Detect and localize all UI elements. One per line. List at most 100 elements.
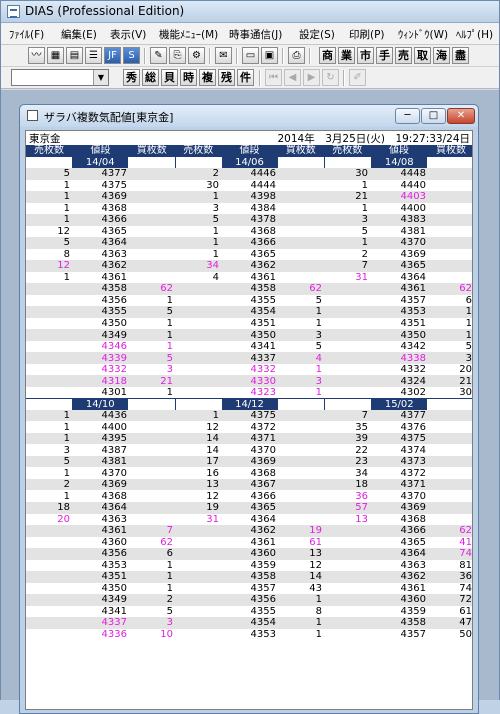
menu-help[interactable]: ﾍﾙﾌﾟ(H)	[456, 27, 493, 42]
buy-qty-cell	[428, 214, 472, 226]
board-button[interactable]: 盡	[452, 47, 469, 64]
minimize-icon[interactable]: ─	[395, 108, 420, 124]
quote-board-window: ザラバ複数気配値[東京金] ─ □ ✕ 東京金 2014年 3月25日(火) 1…	[19, 104, 479, 714]
sell-qty-cell: 13	[175, 478, 221, 491]
print-icon[interactable]: ⎙	[288, 47, 305, 64]
buy-qty-cell: 74	[428, 548, 472, 560]
chevron-down-icon[interactable]: ▼	[93, 70, 108, 85]
column-header-sell: 売枚数	[174, 145, 221, 157]
code-combobox[interactable]: ▼	[11, 69, 109, 86]
price-cell: 4355	[221, 294, 278, 307]
board-icon[interactable]: ▤	[66, 47, 83, 64]
menu-window[interactable]: ｳｨﾝﾄﾞｳ(W)	[398, 27, 448, 42]
buy-qty-cell: 74	[428, 582, 472, 595]
buy-qty-cell: 1	[278, 386, 324, 399]
monitor-icon[interactable]: ▣	[261, 47, 278, 64]
sell-qty-cell: 7	[324, 409, 370, 422]
close-icon[interactable]: ✕	[447, 108, 475, 124]
tool-button-6[interactable]: 残	[218, 69, 235, 86]
table-row: 4318 21 4330 3 4324 21	[26, 375, 472, 387]
table-row: 4358 62 4358 62 4361 62	[26, 283, 472, 295]
window-icon	[27, 110, 38, 121]
buy-qty-cell: 7	[129, 525, 175, 537]
window-icon[interactable]: ▭	[242, 47, 259, 64]
menu-settings[interactable]: 設定(S)	[299, 27, 335, 42]
hand-button[interactable]: 手	[376, 47, 393, 64]
sell-qty-cell: 1	[26, 179, 72, 192]
market-button[interactable]: 市	[357, 47, 374, 64]
sell-qty-cell	[324, 306, 370, 318]
column-header-price: 値段	[370, 145, 428, 157]
buy-qty-cell: 61	[278, 536, 324, 549]
price-cell: 4371	[370, 478, 428, 491]
tool-button-4[interactable]: 時	[180, 69, 197, 86]
tool-button-7[interactable]: 件	[237, 69, 254, 86]
sell-qty-cell: 20	[26, 513, 72, 526]
price-cell: 4337	[72, 617, 129, 629]
edit-icon[interactable]: ✐	[349, 69, 366, 86]
buy-qty-cell: 8	[278, 605, 324, 618]
column-header-sell: 売枚数	[26, 145, 72, 157]
tool-button-1[interactable]: 秀	[123, 69, 140, 86]
buy-qty-cell	[428, 444, 472, 456]
menu-file[interactable]: ﾌｧｲﾙ(F)	[9, 27, 44, 42]
toolbar-separator	[236, 48, 238, 64]
buy-qty-cell: 1	[129, 559, 175, 572]
sell-qty-cell: 19	[175, 501, 221, 514]
sell-qty-cell	[26, 536, 72, 549]
menu-view[interactable]: 表示(V)	[110, 27, 146, 42]
s-button[interactable]: S	[123, 47, 140, 64]
sell-qty-cell	[26, 628, 72, 641]
industry-button[interactable]: 業	[338, 47, 355, 64]
buy-qty-cell	[428, 179, 472, 192]
settings-icon[interactable]: ⚙	[188, 47, 205, 64]
menu-functions[interactable]: 機能ﾒﾆｭｰ(M)	[159, 27, 218, 42]
sell-qty-cell: 1	[175, 248, 221, 261]
price-cell: 4367	[221, 478, 278, 491]
chart-icon[interactable]: 〰	[28, 47, 45, 64]
jf-button[interactable]: JF	[104, 47, 121, 64]
mdi-workspace: ザラバ複数気配値[東京金] ─ □ ✕ 東京金 2014年 3月25日(火) 1…	[1, 90, 499, 714]
sell-qty-cell: 1	[324, 202, 370, 215]
price-cell: 4339	[72, 352, 129, 364]
refresh-icon[interactable]: ↻	[322, 69, 339, 86]
note-icon[interactable]: ✉	[215, 47, 232, 64]
list-icon[interactable]: ☰	[85, 47, 102, 64]
quote-board-titlebar[interactable]: ザラバ複数気配値[東京金] ─ □ ✕	[20, 105, 478, 127]
table-icon[interactable]: ▦	[47, 47, 64, 64]
price-cell: 4337	[221, 352, 278, 364]
price-cell: 4366	[370, 525, 428, 537]
tool-button-5[interactable]: 複	[199, 69, 216, 86]
first-page-icon[interactable]: ⏮	[265, 69, 282, 86]
commodity-button[interactable]: 商	[319, 47, 336, 64]
trade-button[interactable]: 取	[414, 47, 431, 64]
buy-qty-cell: 1	[278, 306, 324, 318]
buy-qty-cell: 62	[278, 283, 324, 295]
table-row: 4349 2 4356 1 4360 72	[26, 594, 472, 606]
prev-page-icon[interactable]: ◀	[284, 69, 301, 86]
copy-icon[interactable]: ⎘	[169, 47, 186, 64]
table-row: 1 4368 3 4384 1 4400	[26, 202, 472, 215]
buy-qty-cell: 10	[129, 628, 175, 641]
menu-print[interactable]: 印刷(P)	[349, 27, 385, 42]
table-row: 1 4436 1 4375 7 4377	[26, 409, 472, 422]
pen-icon[interactable]: ✎	[150, 47, 167, 64]
menu-jiji-news[interactable]: 時事通信(J)	[229, 27, 282, 42]
sell-qty-cell: 5	[26, 455, 72, 468]
maximize-icon[interactable]: □	[421, 108, 446, 124]
price-cell: 4398	[221, 191, 278, 203]
overseas-button[interactable]: 海	[433, 47, 450, 64]
buy-qty-cell: 5	[428, 340, 472, 353]
sell-qty-cell	[175, 375, 221, 387]
sell-qty-cell: 13	[324, 513, 370, 526]
sell-button[interactable]: 売	[395, 47, 412, 64]
tool-button-3[interactable]: 貝	[161, 69, 178, 86]
next-page-icon[interactable]: ▶	[303, 69, 320, 86]
sell-qty-cell	[26, 363, 72, 376]
buy-qty-cell	[129, 455, 175, 468]
buy-qty-cell	[129, 191, 175, 203]
tool-button-2[interactable]: 総	[142, 69, 159, 86]
sell-qty-cell: 3	[324, 214, 370, 226]
sell-qty-cell	[175, 594, 221, 606]
menu-edit[interactable]: 編集(E)	[61, 27, 97, 42]
